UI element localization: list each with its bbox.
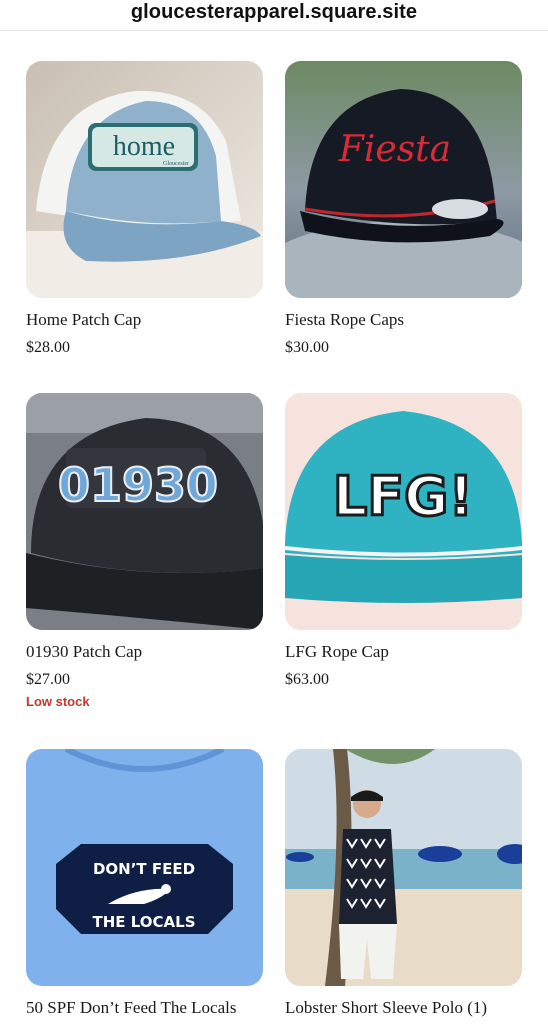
- product-card-dont-feed-the-locals[interactable]: DON’T FEED THE LOCALS 50 SPF Don’t Feed …: [26, 749, 263, 1018]
- product-price: $27.00: [26, 671, 70, 688]
- patch-text-top: DON’T FEED: [93, 860, 195, 878]
- patch-text: 01930: [58, 458, 218, 512]
- product-title[interactable]: Home Patch Cap: [26, 310, 263, 330]
- product-title[interactable]: LFG Rope Cap: [285, 642, 522, 662]
- product-title[interactable]: 50 SPF Don’t Feed The Locals: [26, 998, 263, 1018]
- product-image[interactable]: home Gloucester: [26, 61, 263, 298]
- product-title[interactable]: 01930 Patch Cap: [26, 642, 263, 662]
- url-text: gloucesterapparel.square.site: [130, 0, 418, 23]
- product-card-01930-patch-cap[interactable]: 01930 01930 Patch Cap $27.00 Low stock: [26, 393, 263, 709]
- product-price: $28.00: [26, 339, 70, 356]
- product-price: $63.00: [285, 671, 329, 688]
- product-price: $30.00: [285, 339, 329, 356]
- product-card-fiesta-rope-caps[interactable]: Fiesta Fiesta Rope Caps $30.00: [285, 61, 522, 358]
- patch-text-bottom: THE LOCALS: [92, 913, 195, 931]
- product-image[interactable]: LFG!: [285, 393, 522, 630]
- product-card-home-patch-cap[interactable]: home Gloucester Home Patch Cap $28.00: [26, 61, 263, 358]
- browser-url-bar[interactable]: gloucesterapparel.square.site: [0, 0, 548, 31]
- product-image[interactable]: DON’T FEED THE LOCALS: [26, 749, 263, 986]
- patch-text: LFG!: [333, 465, 473, 528]
- patch-text: home: [113, 131, 175, 162]
- product-image[interactable]: [285, 749, 522, 986]
- product-card-lfg-rope-cap[interactable]: LFG! LFG Rope Cap $63.00: [285, 393, 522, 690]
- product-image[interactable]: Fiesta: [285, 61, 522, 298]
- product-title[interactable]: Lobster Short Sleeve Polo (1): [285, 998, 522, 1018]
- product-image[interactable]: 01930: [26, 393, 263, 630]
- product-card-lobster-polo[interactable]: Lobster Short Sleeve Polo (1): [285, 749, 522, 1018]
- product-title[interactable]: Fiesta Rope Caps: [285, 310, 522, 330]
- patch-subtext: Gloucester: [163, 161, 189, 167]
- low-stock-badge: Low stock: [26, 694, 90, 709]
- patch-text: Fiesta: [338, 129, 451, 170]
